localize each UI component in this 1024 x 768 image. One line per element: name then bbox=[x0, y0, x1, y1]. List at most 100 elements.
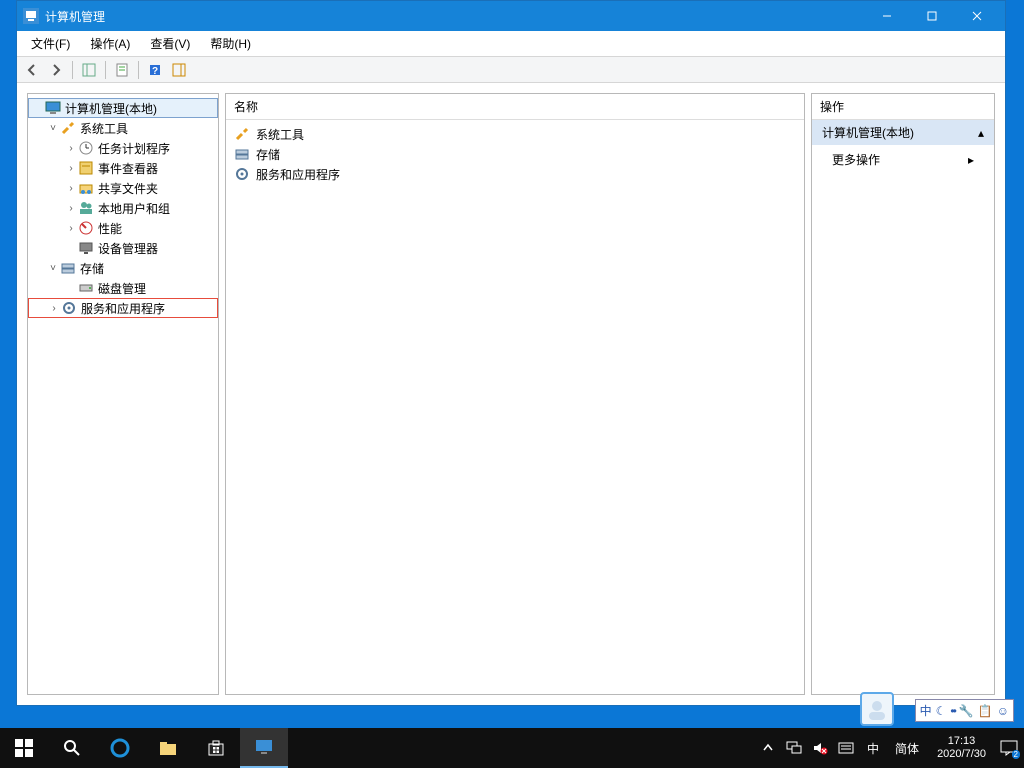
properties-button[interactable] bbox=[111, 59, 133, 81]
services-icon bbox=[61, 300, 77, 316]
floating-avatar-widget[interactable] bbox=[860, 692, 894, 726]
window-title: 计算机管理 bbox=[45, 8, 864, 25]
shared-folder-icon bbox=[78, 180, 94, 196]
content-area: 计算机管理(本地) ˅ 系统工具 › 任务计划程序 › 事件查看器 › 共享文件… bbox=[17, 83, 1005, 705]
taskbar-clock[interactable]: 17:13 2020/7/30 bbox=[931, 735, 992, 761]
svg-text:?: ? bbox=[152, 66, 158, 77]
actions-section-label: 计算机管理(本地) bbox=[822, 124, 914, 141]
device-icon bbox=[78, 240, 94, 256]
tree-device-manager[interactable]: 设备管理器 bbox=[28, 238, 218, 258]
taskbar-edge[interactable] bbox=[96, 728, 144, 768]
settings-dots-icon[interactable]: •• bbox=[950, 704, 954, 718]
start-button[interactable] bbox=[0, 728, 48, 768]
taskbar[interactable]: 中 简体 17:13 2020/7/30 2 bbox=[0, 728, 1024, 768]
tree-label: 磁盘管理 bbox=[98, 280, 146, 297]
tree-shared-folders[interactable]: › 共享文件夹 bbox=[28, 178, 218, 198]
face-icon[interactable]: ☺ bbox=[997, 704, 1009, 718]
show-hide-tree-button[interactable] bbox=[78, 59, 100, 81]
expand-icon[interactable]: › bbox=[64, 183, 78, 194]
expand-icon[interactable]: › bbox=[64, 143, 78, 154]
app-icon bbox=[23, 8, 39, 24]
ime-mode[interactable]: 简体 bbox=[891, 740, 923, 757]
collapse-icon[interactable]: ˅ bbox=[46, 263, 60, 274]
tree-storage[interactable]: ˅ 存储 bbox=[28, 258, 218, 278]
services-icon bbox=[234, 166, 250, 182]
taskbar-computer-management[interactable] bbox=[240, 728, 288, 768]
taskbar-explorer[interactable] bbox=[144, 728, 192, 768]
tree-label: 任务计划程序 bbox=[98, 140, 170, 157]
collapse-icon[interactable]: ˅ bbox=[46, 123, 60, 134]
menu-action[interactable]: 操作(A) bbox=[80, 33, 140, 54]
tray-overflow-icon[interactable] bbox=[759, 739, 777, 757]
close-button[interactable] bbox=[954, 1, 999, 31]
toolbar: ? bbox=[17, 57, 1005, 83]
actions-more[interactable]: 更多操作 ▸ bbox=[812, 145, 994, 174]
actions-more-label: 更多操作 bbox=[832, 151, 880, 168]
minimize-button[interactable] bbox=[864, 1, 909, 31]
app-window: 计算机管理 文件(F) 操作(A) 查看(V) 帮助(H) ? 计算机管理(本地… bbox=[16, 0, 1006, 706]
list-item[interactable]: 系统工具 bbox=[226, 124, 804, 144]
back-button[interactable] bbox=[21, 59, 43, 81]
action-center-icon[interactable]: 2 bbox=[1000, 739, 1018, 757]
disk-icon bbox=[78, 280, 94, 296]
notification-badge: 2 bbox=[1012, 750, 1020, 759]
tools-icon bbox=[234, 126, 250, 142]
tree-label: 计算机管理(本地) bbox=[65, 100, 157, 117]
expand-icon[interactable]: › bbox=[64, 203, 78, 214]
expand-icon[interactable]: › bbox=[47, 303, 61, 314]
forward-button[interactable] bbox=[45, 59, 67, 81]
titlebar[interactable]: 计算机管理 bbox=[17, 1, 1005, 31]
system-tray: 中 简体 17:13 2020/7/30 2 bbox=[759, 728, 1024, 768]
tree-system-tools[interactable]: ˅ 系统工具 bbox=[28, 118, 218, 138]
list-column-name[interactable]: 名称 bbox=[226, 94, 804, 120]
tree-label: 设备管理器 bbox=[98, 240, 158, 257]
expand-icon[interactable]: › bbox=[64, 223, 78, 234]
clock-icon bbox=[78, 140, 94, 156]
wrench-icon[interactable]: 🔧 bbox=[959, 704, 974, 718]
expand-icon[interactable]: › bbox=[64, 163, 78, 174]
actions-header: 操作 bbox=[812, 94, 994, 120]
tools-icon bbox=[60, 120, 76, 136]
list-item[interactable]: 存储 bbox=[226, 144, 804, 164]
clipboard-icon[interactable]: 📋 bbox=[978, 704, 993, 718]
keyboard-icon[interactable] bbox=[837, 739, 855, 757]
tree-label: 服务和应用程序 bbox=[81, 300, 165, 317]
network-icon[interactable] bbox=[785, 739, 803, 757]
menu-view[interactable]: 查看(V) bbox=[140, 33, 200, 54]
ime-language[interactable]: 中 bbox=[863, 740, 883, 757]
tree-label: 性能 bbox=[98, 220, 122, 237]
tree-disk-management[interactable]: 磁盘管理 bbox=[28, 278, 218, 298]
tree-label: 共享文件夹 bbox=[98, 180, 158, 197]
taskbar-date: 2020/7/30 bbox=[937, 748, 986, 761]
computer-icon bbox=[45, 100, 61, 116]
chevron-right-icon: ▸ bbox=[968, 153, 974, 167]
ime-lang-indicator[interactable]: 中 bbox=[920, 702, 932, 719]
event-icon bbox=[78, 160, 94, 176]
volume-icon[interactable] bbox=[811, 739, 829, 757]
list-item[interactable]: 服务和应用程序 bbox=[226, 164, 804, 184]
tree-pane[interactable]: 计算机管理(本地) ˅ 系统工具 › 任务计划程序 › 事件查看器 › 共享文件… bbox=[27, 93, 219, 695]
search-button[interactable] bbox=[48, 728, 96, 768]
menu-help[interactable]: 帮助(H) bbox=[200, 33, 261, 54]
actions-section[interactable]: 计算机管理(本地) ▴ bbox=[812, 120, 994, 145]
taskbar-store[interactable] bbox=[192, 728, 240, 768]
show-hide-action-pane-button[interactable] bbox=[168, 59, 190, 81]
taskbar-time: 17:13 bbox=[937, 735, 986, 748]
help-button[interactable]: ? bbox=[144, 59, 166, 81]
tree-local-users-groups[interactable]: › 本地用户和组 bbox=[28, 198, 218, 218]
actions-pane: 操作 计算机管理(本地) ▴ 更多操作 ▸ bbox=[811, 93, 995, 695]
chevron-up-icon: ▴ bbox=[978, 126, 984, 140]
tree-task-scheduler[interactable]: › 任务计划程序 bbox=[28, 138, 218, 158]
list-pane[interactable]: 名称 系统工具 存储 服务和应用程序 bbox=[225, 93, 805, 695]
floating-ime-bar[interactable]: 中 ☾ •• 🔧 📋 ☺ bbox=[915, 699, 1014, 722]
moon-icon[interactable]: ☾ bbox=[936, 704, 947, 718]
tree-services-apps[interactable]: › 服务和应用程序 bbox=[28, 298, 218, 318]
performance-icon bbox=[78, 220, 94, 236]
list-item-label: 系统工具 bbox=[256, 126, 304, 143]
tree-root[interactable]: 计算机管理(本地) bbox=[28, 98, 218, 118]
maximize-button[interactable] bbox=[909, 1, 954, 31]
tree-performance[interactable]: › 性能 bbox=[28, 218, 218, 238]
storage-icon bbox=[60, 260, 76, 276]
menu-file[interactable]: 文件(F) bbox=[21, 33, 80, 54]
tree-event-viewer[interactable]: › 事件查看器 bbox=[28, 158, 218, 178]
